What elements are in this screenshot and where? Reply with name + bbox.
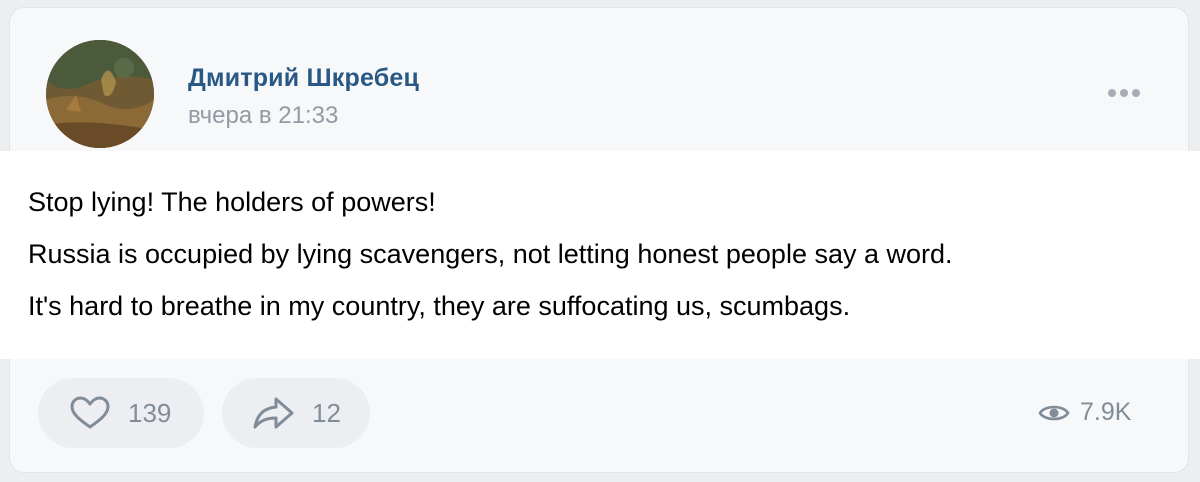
author-name[interactable]: Дмитрий Шкребец bbox=[188, 64, 419, 93]
post-text-line: Stop lying! The holders of powers! bbox=[28, 187, 436, 217]
share-count: 12 bbox=[312, 398, 341, 428]
post-body: Stop lying! The holders of powers! Russi… bbox=[0, 151, 1200, 359]
post-time[interactable]: вчера в 21:33 bbox=[188, 102, 338, 130]
post-card: Дмитрий Шкребец вчера в 21:33 Stop lying… bbox=[0, 8, 1200, 472]
heart-icon bbox=[68, 396, 112, 430]
share-button[interactable]: 12 bbox=[222, 378, 370, 448]
like-button[interactable]: 139 bbox=[38, 378, 204, 448]
views-counter: 7.9K bbox=[1038, 398, 1146, 428]
eye-icon bbox=[1038, 402, 1070, 424]
post-text-line: It's hard to breathe in my country, they… bbox=[28, 291, 851, 321]
avatar[interactable] bbox=[46, 40, 154, 148]
post-text-line: Russia is occupied by lying scavengers, … bbox=[28, 239, 953, 269]
like-count: 139 bbox=[128, 398, 172, 428]
views-count: 7.9K bbox=[1080, 398, 1132, 426]
share-arrow-icon bbox=[252, 396, 296, 430]
avatar-image bbox=[46, 40, 154, 148]
post-header: Дмитрий Шкребец вчера в 21:33 bbox=[10, 8, 1188, 158]
more-dots-icon[interactable] bbox=[1104, 86, 1144, 100]
